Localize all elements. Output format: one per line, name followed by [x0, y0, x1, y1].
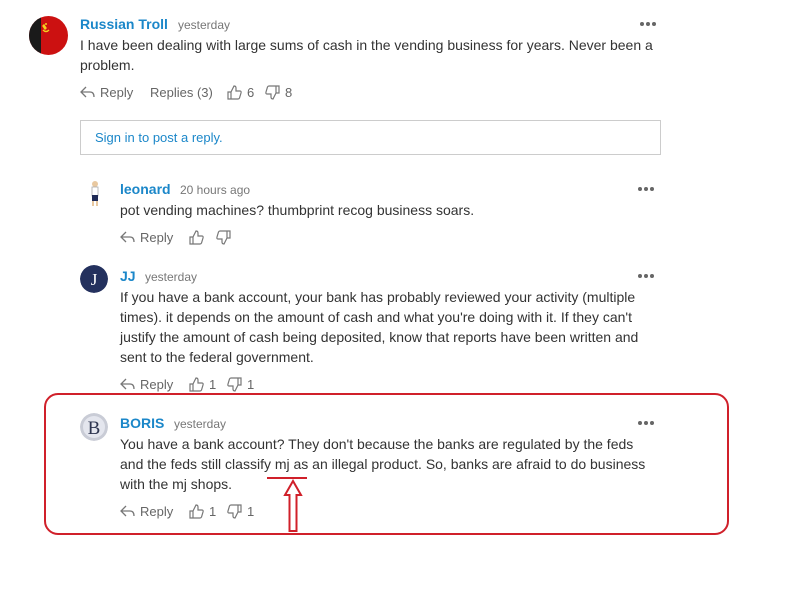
comment-timestamp: 20 hours ago [180, 183, 251, 197]
thumbs-up-icon [189, 376, 204, 392]
more-options-icon[interactable] [639, 19, 657, 29]
reply-button[interactable]: Reply [120, 502, 173, 520]
comment-text-line: pot vending machines? thumbprint recog b… [120, 202, 475, 218]
comment-text: pot vending machines? thumbprint recog b… [120, 200, 660, 220]
reply-button[interactable]: Reply [120, 228, 173, 246]
reply-arrow-icon [120, 231, 135, 243]
like-button[interactable]: 1 [189, 502, 216, 520]
thumbs-up-icon [189, 503, 204, 519]
dislike-button[interactable]: 1 [227, 375, 254, 393]
like-count: 1 [209, 376, 217, 392]
comment-text-line: and the feds still classify mj as an ill… [120, 456, 646, 472]
thumbs-down-icon [265, 84, 280, 100]
reply-label: Reply [140, 229, 174, 245]
like-count: 1 [209, 503, 217, 519]
comment-text-line: You have a bank account? They don't beca… [120, 436, 634, 452]
comment-author[interactable]: JJ [120, 268, 136, 284]
dislike-count: 8 [285, 84, 293, 100]
comment-author[interactable]: Russian Troll [80, 16, 168, 32]
reply-label: Reply [100, 84, 134, 100]
comment-text: I have been dealing with large sums of c… [80, 35, 670, 75]
thumbs-up-icon [189, 229, 204, 245]
comment-text-line: I have been dealing with large sums of c… [80, 37, 653, 53]
avatar-jj: J [80, 265, 108, 293]
reply-label: Reply [140, 503, 174, 519]
comment-text-line: times). it depends on the amount of cash… [120, 309, 632, 325]
comment-text-line: sent to the federal government. [120, 349, 314, 365]
thumbs-down-icon [227, 376, 242, 392]
dislike-button[interactable] [216, 228, 231, 246]
avatar-leonard [81, 180, 109, 208]
replies-toggle[interactable]: Replies (3) [150, 83, 213, 101]
dislike-count: 1 [247, 503, 255, 519]
more-options-icon[interactable] [637, 184, 655, 194]
comment-text-line: problem. [80, 57, 135, 73]
comment-text-line: with the mj shops. [120, 476, 233, 492]
avatar-russian-troll [29, 16, 68, 55]
thumbs-down-icon [227, 503, 242, 519]
comment-text-line: If you have a bank account, your bank ha… [120, 289, 636, 305]
reply-label: Reply [140, 376, 174, 392]
reply-arrow-icon [120, 378, 135, 390]
comment-text-line: justify the amount of cash being deposit… [120, 329, 639, 345]
sign-in-link[interactable]: Sign in to post a reply. [95, 130, 223, 145]
reply-button[interactable]: Reply [120, 375, 173, 393]
soviet-flag-avatar-icon [29, 16, 68, 55]
sign-in-reply-box[interactable]: Sign in to post a reply. [80, 120, 661, 155]
comment-text: If you have a bank account, your bank ha… [120, 287, 660, 367]
annotation-up-arrow-icon [283, 479, 303, 532]
replies-count-label: Replies (3) [150, 84, 213, 100]
more-options-icon[interactable] [637, 418, 655, 428]
comment-author[interactable]: leonard [120, 181, 171, 197]
avatar-letter: B [88, 418, 101, 439]
more-options-icon[interactable] [637, 271, 655, 281]
avatar-boris: B [80, 413, 108, 441]
reply-arrow-icon [120, 505, 135, 517]
comment-timestamp: yesterday [145, 270, 198, 284]
like-count: 6 [247, 84, 255, 100]
dislike-count: 1 [247, 376, 255, 392]
dislike-button[interactable]: 8 [265, 83, 292, 101]
person-figure-avatar-icon [81, 180, 109, 208]
like-button[interactable] [189, 228, 204, 246]
like-button[interactable]: 1 [189, 375, 216, 393]
avatar-letter: J [91, 270, 98, 289]
like-button[interactable]: 6 [227, 83, 254, 101]
comment-timestamp: yesterday [174, 417, 227, 431]
comment-text: You have a bank account? They don't beca… [120, 434, 660, 494]
reply-button[interactable]: Reply [80, 83, 133, 101]
thumbs-down-icon [216, 229, 231, 245]
dislike-button[interactable]: 1 [227, 502, 254, 520]
thumbs-up-icon [227, 84, 242, 100]
letter-avatar-icon: J [80, 265, 108, 293]
reply-arrow-icon [80, 86, 95, 98]
letter-avatar-icon: B [80, 413, 108, 441]
comment-author[interactable]: BORIS [120, 415, 164, 431]
comment-timestamp: yesterday [178, 18, 231, 32]
